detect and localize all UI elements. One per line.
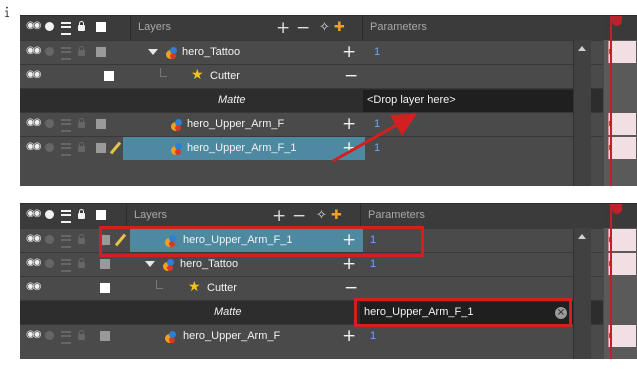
drag-arrow-annotation	[332, 113, 417, 163]
color-swatch-icon[interactable]	[100, 331, 110, 341]
timeline-cell[interactable]	[608, 253, 636, 275]
stack-icon[interactable]	[61, 259, 71, 272]
timeline-cell[interactable]	[608, 229, 636, 251]
add-layer-icon[interactable]: +	[272, 206, 286, 226]
stack-icon[interactable]	[61, 331, 71, 344]
collapse-param-icon[interactable]: −	[344, 278, 358, 298]
layers-label: Layers	[134, 209, 168, 221]
show-all-icon[interactable]: ◉◉	[26, 208, 41, 219]
parameters-label: Parameters	[368, 209, 425, 221]
add-peg-icon[interactable]: ✧	[316, 208, 327, 223]
layer-row-hero-upper-arm-f[interactable]: ◉◉ hero_Upper_Arm_F + 1	[20, 324, 603, 349]
page-number-marker: • 1	[4, 5, 10, 20]
lock-icon[interactable]	[78, 209, 85, 219]
add-param-icon[interactable]: +	[342, 254, 356, 274]
scroll-up-icon[interactable]	[578, 234, 586, 239]
drawing-layer-icon	[165, 331, 177, 343]
visibility-icon[interactable]: ◉◉	[26, 233, 41, 244]
vertical-scrollbar[interactable]	[573, 228, 591, 359]
layer-name[interactable]: hero_Upper_Arm_F	[183, 330, 280, 342]
lock-icon[interactable]	[78, 234, 85, 244]
solo-icon[interactable]	[45, 259, 54, 268]
timeline-cell[interactable]	[608, 325, 636, 347]
layers-panel-after: ◉◉ Layers + − ✧ ✚ Parameters ◉◉ hero_Upp…	[20, 203, 637, 359]
color-swatch-icon[interactable]	[100, 259, 110, 269]
drawing-layer-icon	[163, 259, 175, 271]
remove-layer-icon[interactable]: −	[292, 206, 306, 226]
layer-name[interactable]: Cutter	[207, 282, 237, 294]
highlight-box-selected-layer	[99, 226, 424, 257]
star-icon: ★	[188, 279, 201, 295]
color-swatch-icon[interactable]	[100, 283, 110, 293]
solo-icon[interactable]	[45, 331, 54, 340]
timeline-strip[interactable]	[604, 204, 637, 359]
visibility-icon[interactable]: ◉◉	[26, 281, 41, 292]
highlight-box-matte-field	[354, 298, 572, 327]
add-effect-icon[interactable]: ✚	[331, 208, 342, 223]
param-value[interactable]: 1	[370, 258, 376, 270]
lock-icon[interactable]	[78, 330, 85, 340]
expand-triangle-icon[interactable]	[145, 261, 155, 267]
playhead[interactable]	[610, 204, 622, 359]
matte-port-label: Matte	[214, 306, 242, 318]
tree-connector	[156, 280, 163, 289]
layers-header: ◉◉ Layers + − ✧ ✚ Parameters	[20, 204, 637, 228]
param-value[interactable]: 1	[370, 330, 376, 342]
layers-panel-before: ◉◉ Layers + − ✧ ✚ Parameters ◉◉ hero_Tat…	[20, 15, 637, 186]
solo-icon[interactable]	[45, 210, 54, 219]
lock-icon[interactable]	[78, 258, 85, 268]
add-param-icon[interactable]: +	[342, 326, 356, 346]
color-swatch-icon[interactable]	[96, 210, 106, 220]
solo-icon[interactable]	[45, 235, 54, 244]
visibility-icon[interactable]: ◉◉	[26, 257, 41, 268]
stack-icon[interactable]	[61, 210, 71, 223]
visibility-icon[interactable]: ◉◉	[26, 329, 41, 340]
stack-icon[interactable]	[61, 235, 71, 248]
layer-name[interactable]: hero_Tattoo	[180, 258, 238, 270]
